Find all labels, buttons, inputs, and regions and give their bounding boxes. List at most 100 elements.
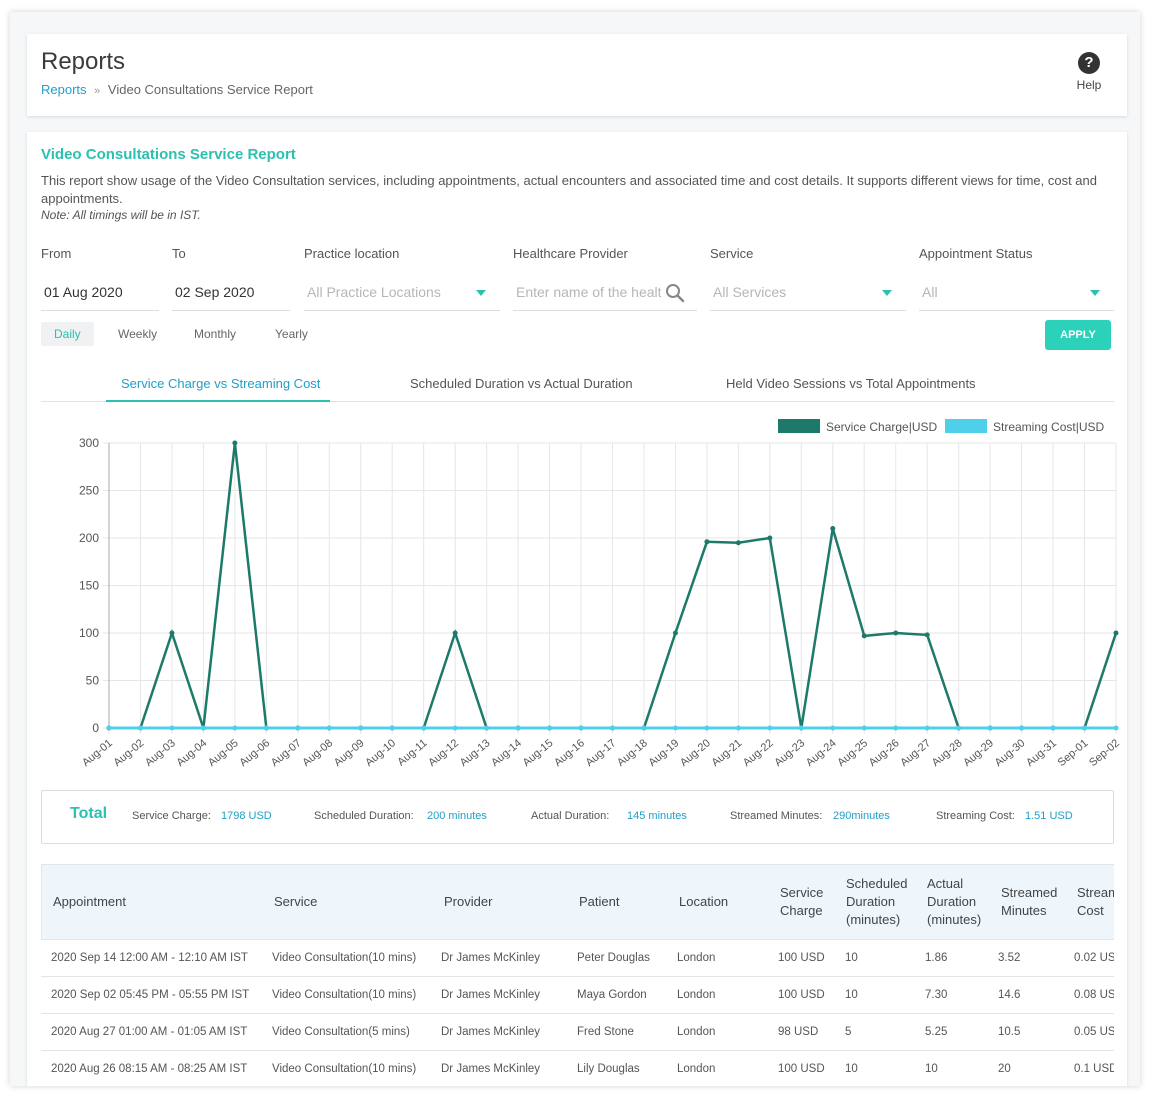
table-cell: Lily Douglas — [577, 1063, 640, 1075]
total-label: Total — [70, 805, 108, 822]
data-point — [389, 725, 395, 731]
table-cell: 10 — [845, 989, 858, 1001]
table-cell: Dr James McKinley — [441, 989, 541, 1001]
data-point — [672, 630, 678, 636]
col-appointment[interactable]: Appointment — [53, 893, 126, 911]
col-service[interactable]: Service — [274, 893, 317, 911]
table-cell: Video Consultation(10 mins) — [272, 1063, 417, 1075]
table-cell: London — [677, 952, 716, 964]
help-button[interactable]: ? Help — [1069, 52, 1109, 92]
service-charge-total: 1798 USD — [221, 810, 272, 822]
col-location[interactable]: Location — [679, 893, 728, 911]
to-filter: To 02 Sep 2020 — [172, 246, 290, 311]
x-tick-label: Aug-23 — [772, 737, 807, 769]
x-tick-label: Aug-31 — [1024, 737, 1059, 769]
x-tick-label: Sep-02 — [1087, 737, 1122, 769]
practice-location-label: Practice location — [304, 246, 400, 261]
apply-button[interactable]: APPLY — [1045, 320, 1111, 350]
x-tick-label: Aug-11 — [395, 737, 429, 768]
table-cell: London — [677, 989, 716, 1001]
table-cell: 14.6 — [998, 989, 1021, 1001]
search-icon[interactable] — [665, 283, 685, 303]
x-tick-label: Aug-27 — [898, 737, 933, 769]
service-filter: Service All Services — [710, 246, 906, 311]
table-cell: Video Consultation(5 mins) — [272, 1026, 410, 1038]
legend-label: Service Charge|USD — [826, 420, 937, 434]
table-row[interactable]: 2020 Aug 27 01:00 AM - 01:05 AM IST Video… — [41, 1014, 1114, 1051]
table-cell: Maya Gordon — [577, 989, 647, 1001]
col-stream-cost[interactable]: Stream Cost — [1077, 884, 1114, 920]
data-point — [924, 725, 930, 731]
table-cell: Peter Douglas — [577, 952, 650, 964]
service-label: Service — [710, 246, 754, 261]
period-monthly[interactable]: Monthly — [181, 322, 249, 346]
tab-held-sessions-vs-appointments[interactable]: Held Video Sessions vs Total Appointment… — [726, 376, 976, 391]
breadcrumb-link-reports[interactable]: Reports — [41, 82, 87, 97]
table-cell: 98 USD — [778, 1026, 819, 1038]
data-point — [641, 725, 647, 731]
appointment-status-placeholder: All — [922, 284, 938, 300]
col-patient[interactable]: Patient — [579, 893, 619, 911]
legend-label: Streaming Cost|USD — [993, 420, 1104, 434]
data-point — [1113, 630, 1119, 636]
period-yearly[interactable]: Yearly — [262, 322, 321, 346]
practice-location-select[interactable]: All Practice Locations — [304, 273, 500, 311]
actual-duration-total: 145 minutes — [627, 810, 687, 822]
table-cell: 0.02 USD — [1074, 952, 1114, 964]
provider-placeholder: Enter name of the healthc — [516, 284, 661, 300]
table-cell: 20 — [998, 1063, 1011, 1075]
data-point — [798, 725, 804, 731]
data-point — [106, 725, 112, 731]
y-tick-label: 250 — [79, 484, 99, 498]
y-tick-label: 200 — [79, 531, 99, 545]
data-point — [1050, 725, 1056, 731]
service-select[interactable]: All Services — [710, 273, 906, 311]
x-tick-label: Aug-18 — [615, 737, 650, 769]
x-tick-label: Aug-19 — [646, 737, 681, 769]
data-point — [767, 725, 773, 731]
table-cell: 100 USD — [778, 989, 825, 1001]
table-cell: 10 — [845, 952, 858, 964]
table-row[interactable]: 2020 Sep 02 05:45 PM - 05:55 PM IST Video… — [41, 977, 1114, 1014]
breadcrumb: Reports » Video Consultations Service Re… — [41, 82, 313, 97]
x-tick-label: Aug-24 — [804, 737, 839, 769]
chart-tabs: Service Charge vs Streaming Cost Schedul… — [41, 368, 1114, 402]
data-point — [200, 725, 206, 731]
tab-service-charge-vs-streaming-cost[interactable]: Service Charge vs Streaming Cost — [121, 376, 320, 391]
to-date-input[interactable]: 02 Sep 2020 — [172, 273, 290, 311]
col-provider[interactable]: Provider — [444, 893, 492, 911]
x-tick-label: Aug-02 — [112, 737, 147, 769]
table-cell: Dr James McKinley — [441, 952, 541, 964]
data-point — [232, 725, 238, 731]
provider-search-input[interactable]: Enter name of the healthc — [513, 273, 697, 311]
y-tick-label: 300 — [79, 436, 99, 450]
period-daily[interactable]: Daily — [41, 322, 94, 346]
col-service-charge[interactable]: Service Charge — [780, 884, 830, 920]
tab-scheduled-vs-actual-duration[interactable]: Scheduled Duration vs Actual Duration — [410, 376, 633, 391]
x-tick-label: Aug-12 — [426, 737, 461, 769]
legend-swatch — [945, 419, 987, 433]
appointment-status-select[interactable]: All — [919, 273, 1114, 311]
y-tick-label: 150 — [79, 579, 99, 593]
col-streamed-minutes[interactable]: Streamed Minutes — [1001, 884, 1061, 920]
data-point — [830, 526, 836, 531]
table-row[interactable]: 2020 Sep 14 12:00 AM - 12:10 AM IST Video… — [41, 940, 1114, 977]
data-point — [956, 725, 962, 731]
table-cell: 2020 Aug 27 01:00 AM - 01:05 AM IST — [51, 1026, 248, 1038]
scheduled-duration-total: 200 minutes — [427, 810, 487, 822]
table-cell: Video Consultation(10 mins) — [272, 952, 417, 964]
table-cell: 100 USD — [778, 952, 825, 964]
col-actual-duration[interactable]: Actual Duration (minutes) — [927, 875, 987, 929]
data-point — [610, 725, 615, 731]
data-point — [767, 535, 773, 541]
x-tick-label: Aug-07 — [269, 737, 304, 769]
data-point — [547, 725, 553, 731]
from-date-input[interactable]: 01 Aug 2020 — [41, 273, 159, 311]
practice-location-filter: Practice location All Practice Locations — [304, 246, 500, 311]
period-weekly[interactable]: Weekly — [105, 322, 170, 346]
x-tick-label: Aug-03 — [143, 737, 178, 769]
table-row[interactable]: 2020 Aug 26 08:15 AM - 08:25 AM IST Video… — [41, 1051, 1114, 1086]
col-scheduled-duration[interactable]: Scheduled Duration (minutes) — [846, 875, 912, 929]
x-tick-label: Aug-17 — [584, 737, 619, 769]
question-circle-icon[interactable]: ? — [1078, 52, 1100, 74]
